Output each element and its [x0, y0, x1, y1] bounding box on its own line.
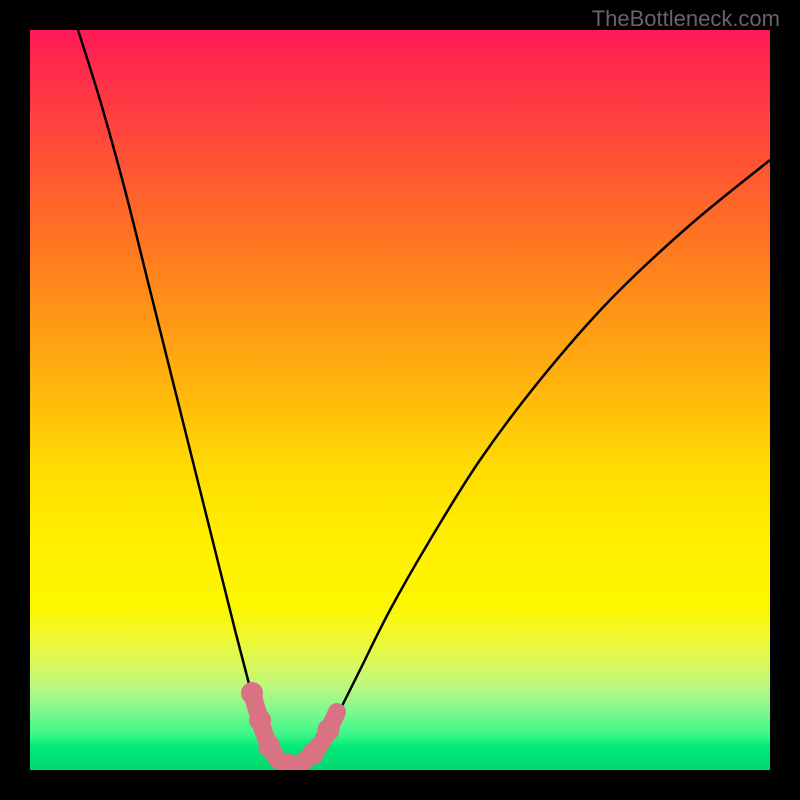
watermark-text: TheBottleneck.com	[592, 6, 780, 32]
chart-svg	[30, 30, 770, 770]
highlight-dots	[252, 693, 337, 765]
chart-area	[30, 30, 770, 770]
bottleneck-curve	[78, 30, 770, 768]
